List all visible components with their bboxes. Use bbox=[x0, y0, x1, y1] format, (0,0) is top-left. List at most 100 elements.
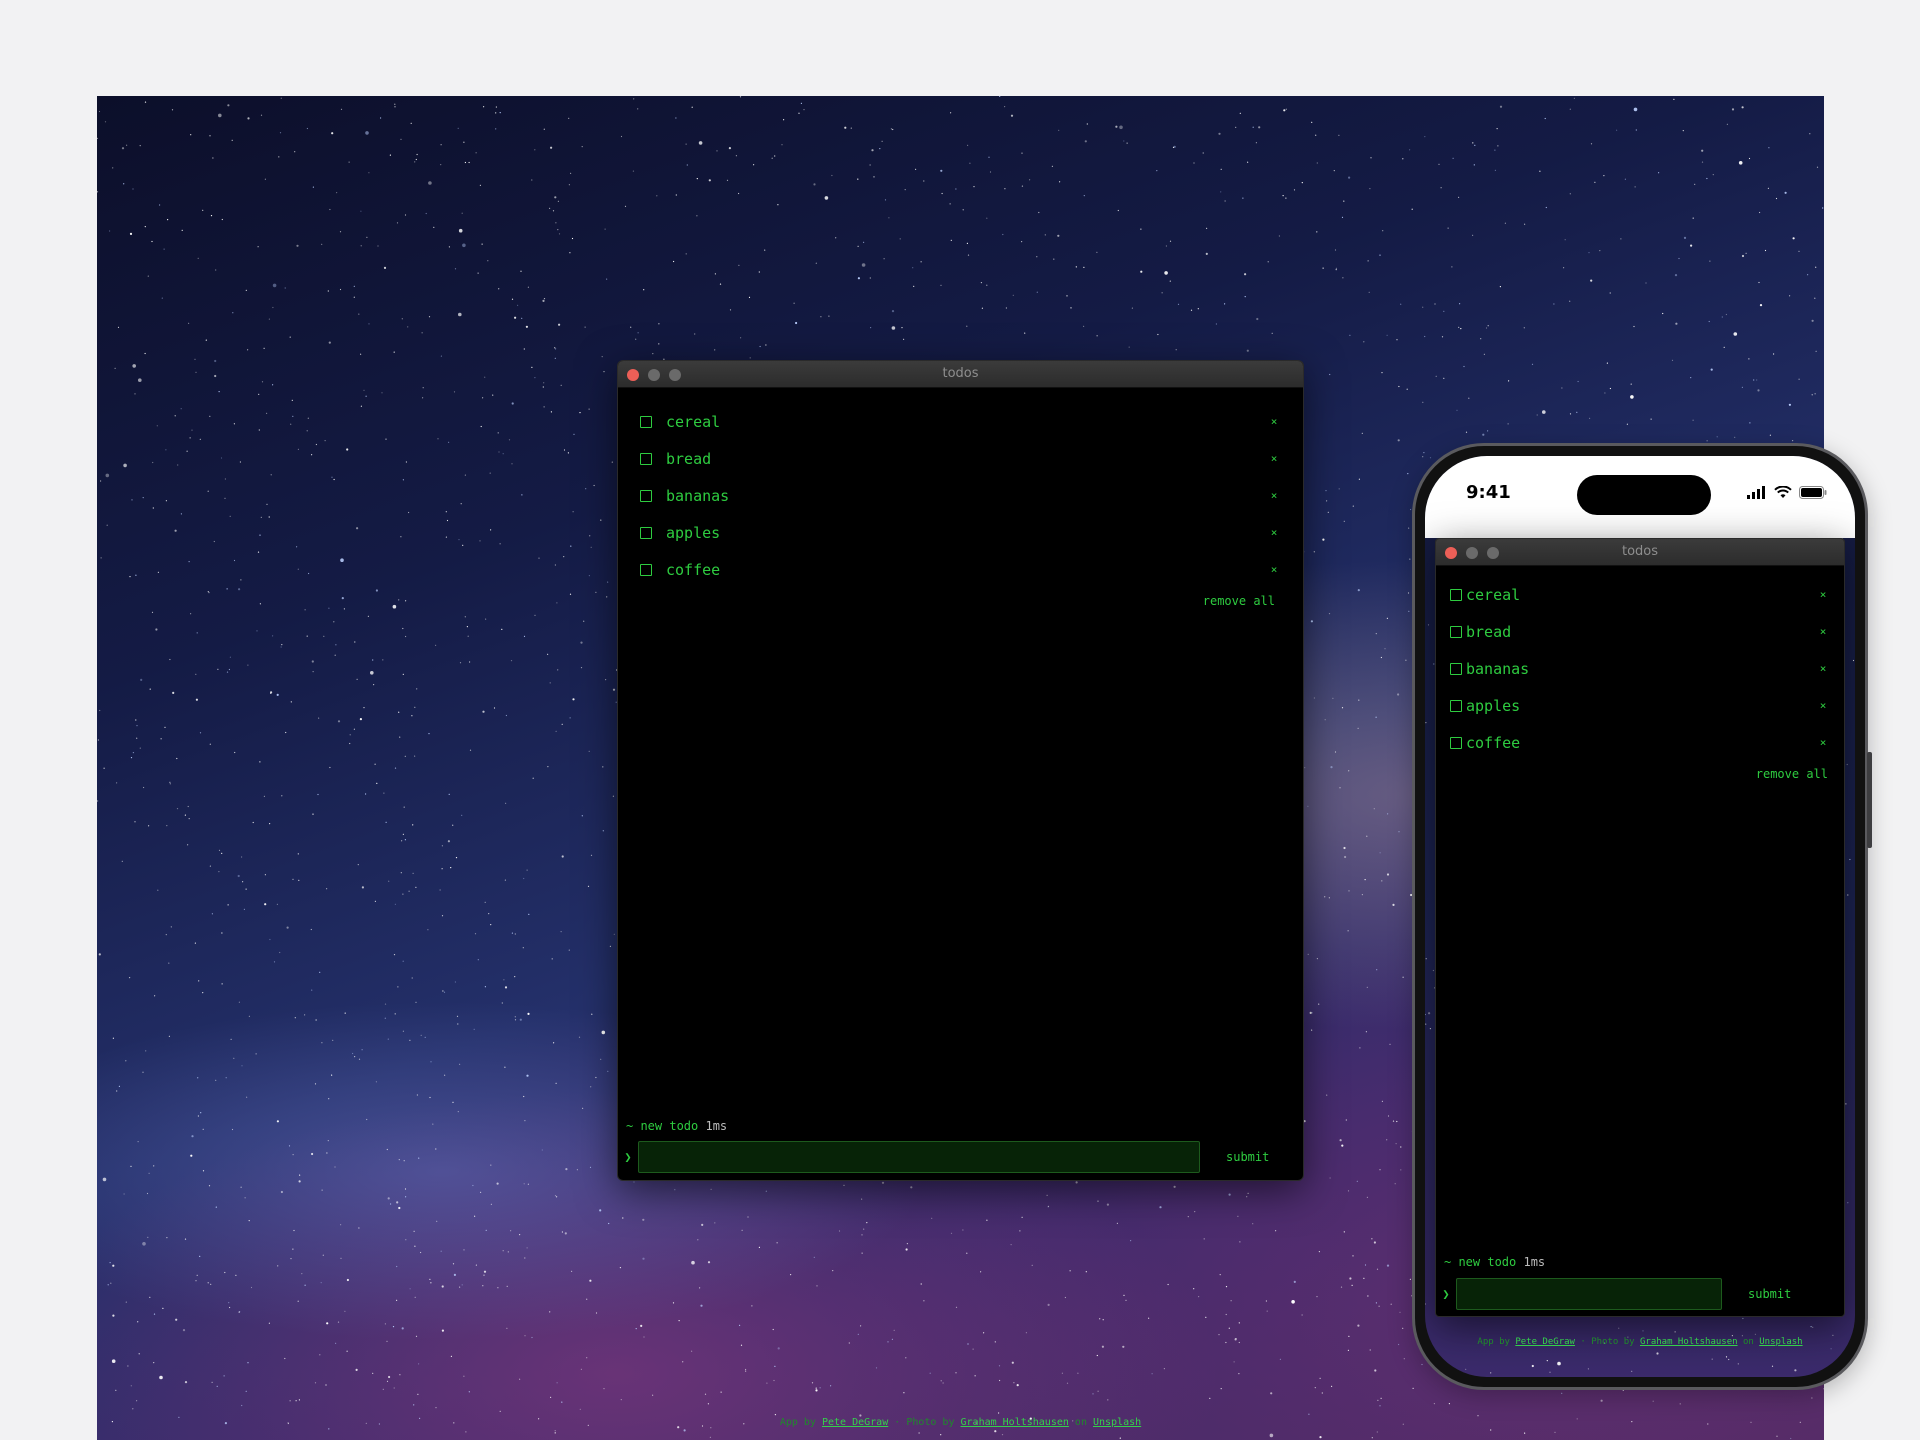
delete-todo-icon[interactable]: × bbox=[1816, 588, 1830, 601]
todo-checkbox[interactable] bbox=[1450, 588, 1462, 601]
star bbox=[1756, 379, 1758, 381]
star bbox=[199, 1255, 201, 1257]
star bbox=[1642, 1330, 1644, 1332]
submit-button[interactable]: submit bbox=[1226, 1150, 1269, 1164]
todo-checkbox[interactable] bbox=[1450, 662, 1462, 675]
star bbox=[632, 170, 635, 172]
star bbox=[292, 1248, 294, 1250]
star bbox=[1278, 235, 1280, 237]
remove-all-button[interactable]: remove all bbox=[618, 588, 1303, 608]
star bbox=[156, 425, 158, 427]
star bbox=[116, 1090, 118, 1092]
star bbox=[1487, 325, 1489, 327]
delete-todo-icon[interactable]: × bbox=[1816, 625, 1830, 638]
star bbox=[144, 226, 146, 228]
delete-todo-icon[interactable]: × bbox=[1267, 563, 1281, 576]
star bbox=[600, 1058, 602, 1060]
new-todo-input[interactable] bbox=[1456, 1278, 1722, 1310]
star bbox=[402, 627, 404, 630]
star bbox=[955, 188, 957, 190]
app-author-link[interactable]: Pete DeGraw bbox=[822, 1417, 888, 1428]
star bbox=[969, 162, 971, 164]
star bbox=[1726, 123, 1728, 125]
todo-checkbox[interactable] bbox=[640, 526, 652, 539]
star bbox=[1569, 193, 1571, 195]
star bbox=[514, 1019, 517, 1021]
star bbox=[1220, 1388, 1222, 1390]
star bbox=[1131, 307, 1133, 309]
star bbox=[541, 1149, 543, 1151]
star bbox=[691, 1260, 695, 1265]
window-titlebar[interactable]: todos bbox=[1436, 539, 1844, 566]
window-titlebar[interactable]: todos bbox=[618, 361, 1303, 388]
star bbox=[231, 139, 233, 141]
star bbox=[250, 1286, 253, 1289]
star bbox=[554, 1432, 556, 1434]
star bbox=[390, 1203, 392, 1205]
star bbox=[983, 1332, 985, 1334]
unsplash-link[interactable]: Unsplash bbox=[1093, 1417, 1141, 1428]
delete-todo-icon[interactable]: × bbox=[1816, 736, 1830, 749]
star bbox=[238, 1001, 240, 1003]
star bbox=[103, 767, 105, 769]
star bbox=[1599, 250, 1601, 252]
star bbox=[420, 1251, 422, 1254]
delete-todo-icon[interactable]: × bbox=[1267, 452, 1281, 465]
star bbox=[879, 148, 881, 150]
star bbox=[334, 1166, 336, 1168]
photographer-link[interactable]: Graham Holtshausen bbox=[961, 1417, 1069, 1428]
star bbox=[1545, 206, 1547, 209]
star bbox=[1101, 1345, 1104, 1348]
star bbox=[260, 516, 262, 518]
star bbox=[1452, 157, 1454, 159]
star bbox=[1438, 163, 1440, 165]
star bbox=[1662, 312, 1664, 315]
todo-checkbox[interactable] bbox=[640, 563, 652, 576]
todo-checkbox[interactable] bbox=[640, 489, 652, 502]
delete-todo-icon[interactable]: × bbox=[1267, 489, 1281, 502]
star bbox=[1313, 551, 1315, 553]
delete-todo-icon[interactable]: × bbox=[1816, 699, 1830, 712]
star bbox=[531, 1336, 533, 1339]
star bbox=[525, 325, 528, 328]
star bbox=[1238, 1373, 1240, 1375]
star bbox=[152, 507, 154, 509]
star bbox=[570, 172, 572, 174]
star bbox=[1658, 172, 1660, 174]
todo-label: coffee bbox=[1466, 733, 1521, 752]
remove-all-button[interactable]: remove all bbox=[1436, 761, 1844, 781]
new-todo-form: ❯ submit bbox=[1436, 1277, 1844, 1311]
todo-checkbox[interactable] bbox=[1450, 736, 1462, 749]
star bbox=[1270, 1392, 1273, 1395]
unsplash-link[interactable]: Unsplash bbox=[1759, 1337, 1802, 1347]
photographer-link[interactable]: Graham Holtshausen bbox=[1640, 1337, 1738, 1347]
star bbox=[1163, 1368, 1165, 1370]
star bbox=[949, 203, 951, 205]
star bbox=[413, 1404, 415, 1406]
delete-todo-icon[interactable]: × bbox=[1267, 526, 1281, 539]
new-todo-input[interactable] bbox=[638, 1141, 1200, 1173]
phone-clock: 9:41 bbox=[1466, 482, 1511, 503]
star bbox=[1674, 1331, 1676, 1333]
delete-todo-icon[interactable]: × bbox=[1816, 662, 1830, 675]
todo-checkbox[interactable] bbox=[1450, 625, 1462, 638]
star bbox=[385, 438, 387, 440]
star bbox=[188, 818, 190, 820]
star bbox=[1381, 880, 1383, 882]
star bbox=[400, 872, 402, 874]
star bbox=[361, 1049, 363, 1051]
todo-checkbox[interactable] bbox=[640, 415, 652, 428]
star bbox=[1460, 328, 1462, 330]
star bbox=[606, 596, 608, 598]
star bbox=[396, 1201, 399, 1204]
app-author-link[interactable]: Pete DeGraw bbox=[1515, 1337, 1575, 1347]
delete-todo-icon[interactable]: × bbox=[1267, 415, 1281, 428]
submit-button[interactable]: submit bbox=[1748, 1287, 1791, 1301]
todo-checkbox[interactable] bbox=[1450, 699, 1462, 712]
todo-checkbox[interactable] bbox=[640, 452, 652, 465]
credits-on: on bbox=[1074, 1417, 1087, 1428]
star bbox=[620, 135, 623, 138]
star bbox=[227, 904, 229, 906]
star bbox=[981, 307, 984, 309]
star bbox=[1465, 1368, 1467, 1370]
